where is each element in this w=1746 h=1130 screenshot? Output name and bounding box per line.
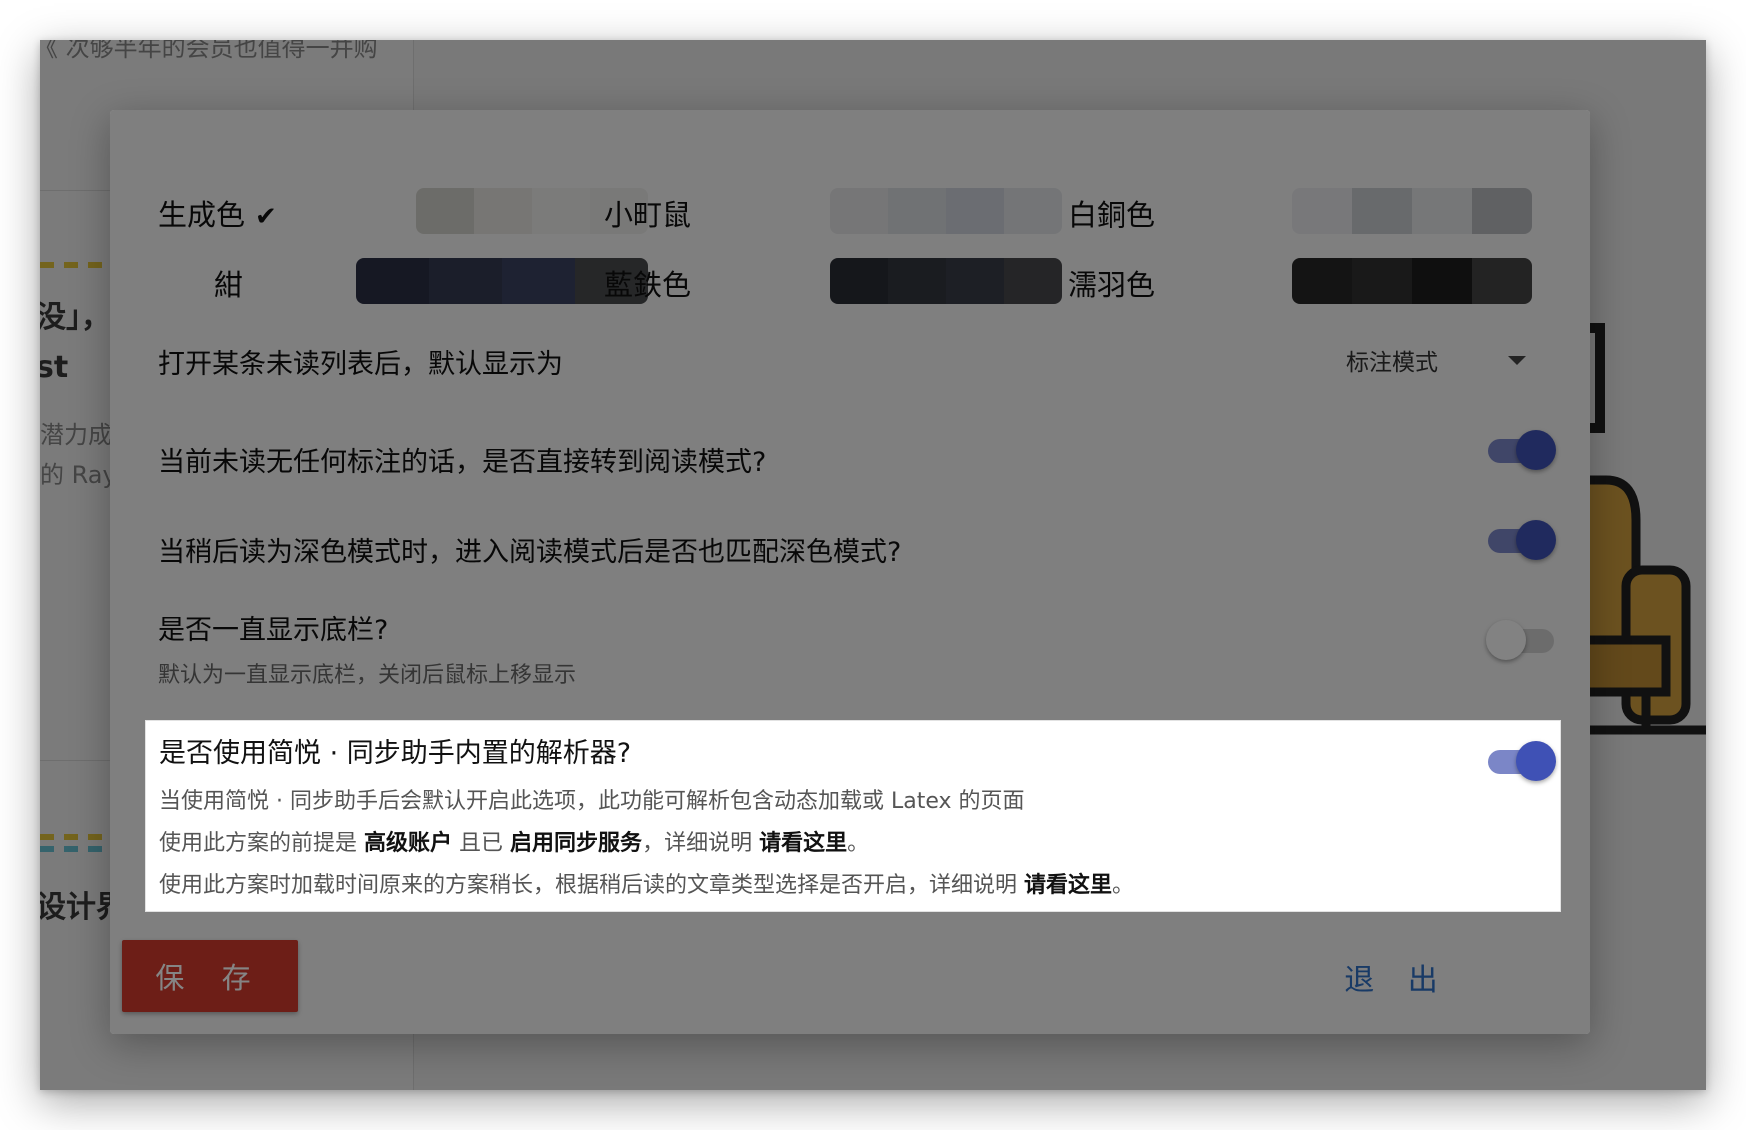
parser-description-line-3: 使用此方案时加载时间原来的方案稍长，根据稍后读的文章类型选择是否开启，详细说明 … [159, 867, 1134, 899]
theme-label-hakudou[interactable]: 白銅色 [1068, 192, 1155, 234]
parser-description-line-2: 使用此方案的前提是 高级账户 且已 启用同步服务，详细说明 请看这里。 [159, 825, 869, 857]
sync-service-text: 启用同步服务 [510, 831, 643, 856]
show-footer-toggle[interactable] [1486, 620, 1556, 660]
dark-match-label: 当稍后读为深色模式时，进入阅读模式后是否也匹配深色模式? [158, 537, 902, 568]
exit-button[interactable]: 退 出 [1342, 948, 1452, 1006]
theme-swatch-komachi[interactable] [830, 188, 1062, 234]
theme-label-kon[interactable]: 紺 [214, 262, 243, 304]
desc-text: 使用此方案时加载时间原来的方案稍长，根据稍后读的文章类型选择是否开启，详细说明 [159, 873, 1018, 898]
see-here-link[interactable]: 请看这里 [759, 831, 847, 856]
settings-dialog: 生成色 ✔ 小町鼠 白銅色 紺 藍鉄色 濡羽色 打开某条未读列表后，默认显示为 标… [110, 110, 1590, 1034]
chevron-down-icon [1508, 355, 1526, 365]
parser-toggle[interactable] [1486, 741, 1556, 781]
theme-label-komachi[interactable]: 小町鼠 [604, 192, 691, 234]
parser-description-line-1: 当使用简悦 · 同步助手后会默认开启此选项，此功能可解析包含动态加载或 Late… [159, 789, 1025, 814]
theme-swatch-aitetsu[interactable] [830, 258, 1062, 304]
default-view-label: 打开某条未读列表后，默认显示为 [158, 349, 563, 380]
toggle-knob [1516, 430, 1556, 470]
app-window: 《 次够半年的会员也值得一并购 没」， st 潜力成 的 Ray 设计界 生成色… [40, 40, 1706, 1090]
premium-account-text: 高级账户 [364, 831, 453, 856]
desc-text: 且已 [459, 831, 504, 856]
see-here-link[interactable]: 请看这里 [1024, 873, 1112, 898]
default-view-value: 标注模式 [1346, 350, 1438, 376]
theme-label-nureba[interactable]: 濡羽色 [1068, 262, 1155, 304]
auto-read-mode-toggle[interactable] [1486, 430, 1556, 470]
save-button[interactable]: 保 存 [122, 940, 298, 1012]
theme-name: 生成色 [158, 198, 246, 232]
toggle-knob [1486, 620, 1526, 660]
show-footer-description: 默认为一直显示底栏，关闭后鼠标上移显示 [158, 663, 577, 688]
auto-read-mode-label: 当前未读无任何标注的话，是否直接转到阅读模式? [158, 447, 767, 478]
show-footer-label: 是否一直显示底栏? [158, 615, 389, 646]
desc-text: 使用此方案的前提是 [159, 831, 358, 856]
theme-label-aitetsu[interactable]: 藍鉄色 [604, 262, 691, 304]
toggle-knob [1516, 520, 1556, 560]
desc-text: 。 [847, 831, 870, 856]
parser-label: 是否使用简悦 · 同步助手内置的解析器? [159, 738, 632, 769]
desc-text: ，详细说明 [642, 831, 753, 856]
parser-setting-highlight: 是否使用简悦 · 同步助手内置的解析器? 当使用简悦 · 同步助手后会默认开启此… [145, 720, 1561, 912]
default-view-select[interactable]: 标注模式 [1346, 343, 1526, 377]
desc-text: 。 [1112, 873, 1135, 898]
theme-label-shengcheng[interactable]: 生成色 ✔ [158, 192, 277, 234]
theme-swatch-nureba[interactable] [1292, 258, 1532, 304]
checkmark-icon: ✔ [255, 202, 277, 232]
toggle-knob [1516, 741, 1556, 781]
theme-swatch-hakudou[interactable] [1292, 188, 1532, 234]
dark-match-toggle[interactable] [1486, 520, 1556, 560]
